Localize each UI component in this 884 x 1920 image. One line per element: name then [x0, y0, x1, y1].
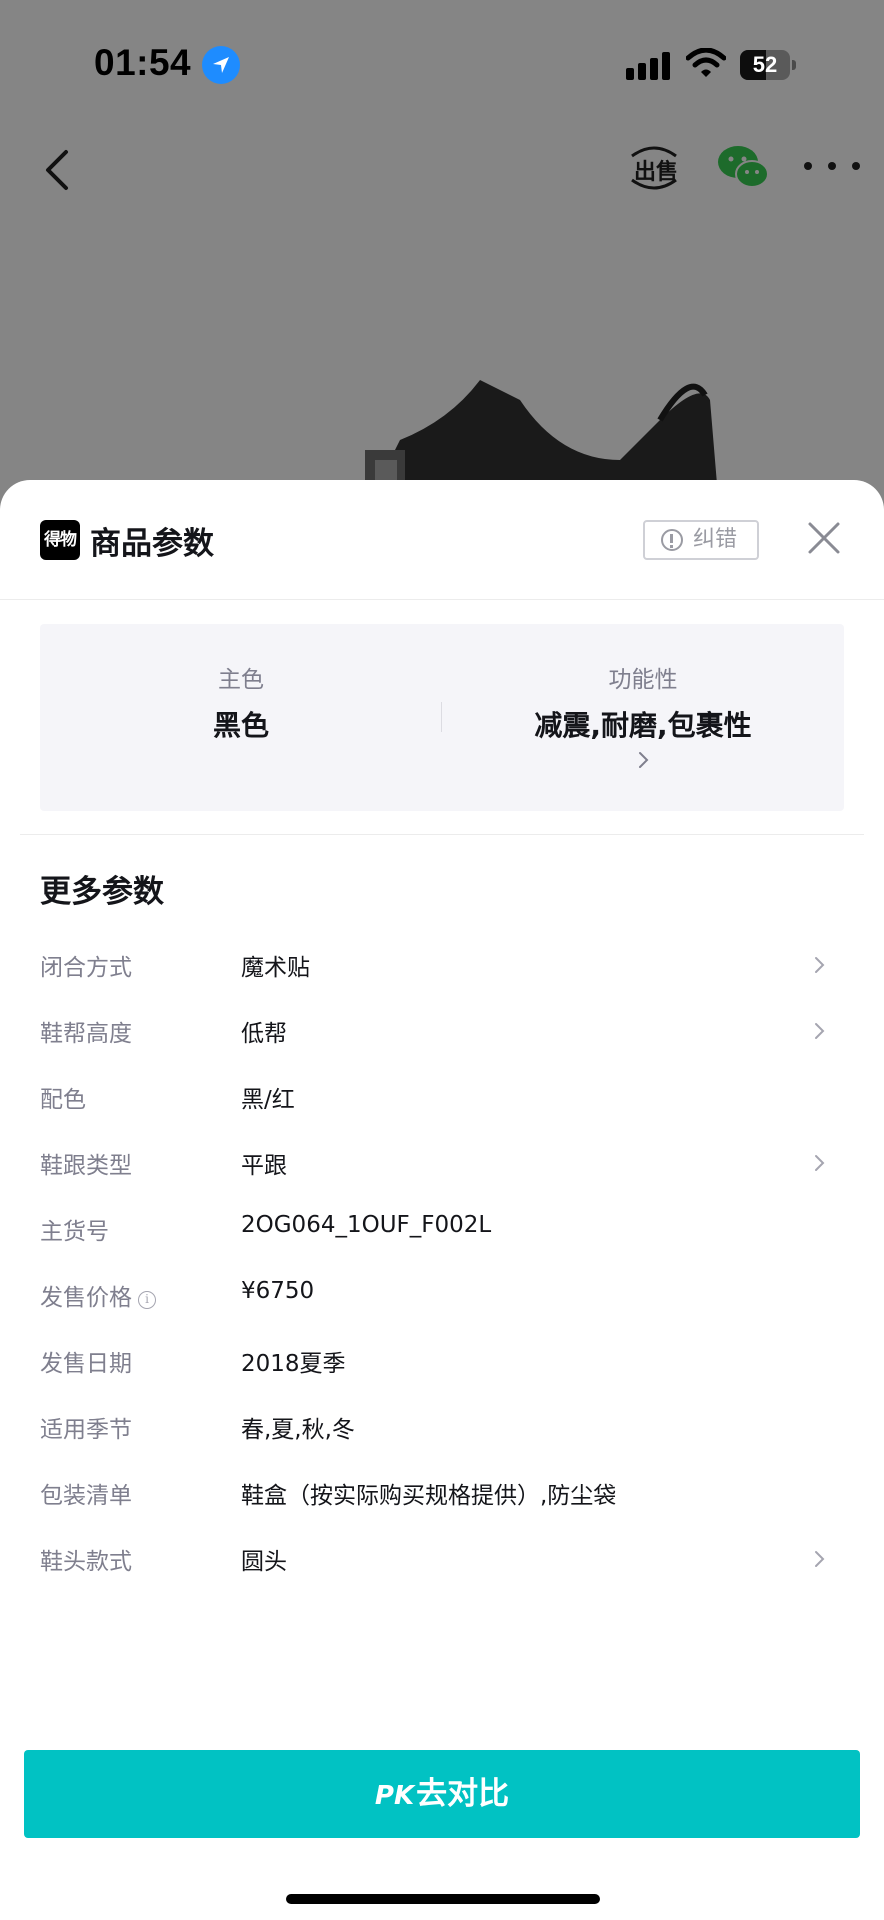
- param-row[interactable]: 鞋帮高度 低帮: [0, 998, 884, 1064]
- brand-logo: 得物: [40, 520, 80, 560]
- key-param-function[interactable]: 功能性 减震,耐磨,包裹性: [442, 624, 844, 811]
- sheet-header: 得物 商品参数 纠错: [0, 480, 884, 600]
- report-error-button[interactable]: 纠错: [643, 520, 759, 560]
- param-label: 发售日期: [40, 1344, 132, 1378]
- param-list: 闭合方式 魔术贴鞋帮高度 低帮配色 黑/红鞋跟类型 平跟主货号 2OG064_1OUF_F…: [0, 932, 884, 1592]
- background-page: 01:54 52 出售: [0, 0, 884, 520]
- param-label: 鞋跟类型: [40, 1146, 132, 1180]
- report-error-label: 纠错: [693, 527, 738, 552]
- param-value: 平跟: [241, 1153, 287, 1179]
- wechat-icon[interactable]: [716, 140, 772, 196]
- param-label-text: 配色: [40, 1087, 86, 1113]
- param-row[interactable]: 鞋跟类型 平跟: [0, 1130, 884, 1196]
- chevron-right-icon: [815, 1155, 825, 1171]
- chevron-right-icon: [815, 957, 825, 973]
- location-arrow-icon: [202, 46, 240, 84]
- key-param-value: 减震,耐磨,包裹性: [534, 709, 752, 742]
- chevron-left-icon[interactable]: [38, 140, 78, 200]
- param-row: 适用季节 春,夏,秋,冬: [0, 1394, 884, 1460]
- param-value: 鞋盒（按实际购买规格提供）,防尘袋: [241, 1483, 617, 1509]
- status-bar: 01:54 52: [0, 0, 884, 130]
- params-sheet: 得物 商品参数 纠错 主色 黑色 功能性 减震,耐磨,包裹性 更多参数 闭合方式…: [0, 480, 884, 1920]
- param-label-text: 鞋头款式: [40, 1549, 132, 1575]
- param-value: 春,夏,秋,冬: [241, 1417, 355, 1443]
- close-icon[interactable]: [804, 518, 844, 558]
- info-icon[interactable]: i: [138, 1291, 156, 1309]
- param-value: 低帮: [241, 1021, 287, 1047]
- battery-level: 52: [752, 52, 778, 77]
- sell-label: 出售: [634, 160, 679, 185]
- param-value: 圆头: [241, 1549, 287, 1575]
- param-value: ¥6750: [241, 1278, 315, 1304]
- wifi-icon: [686, 48, 726, 77]
- param-row[interactable]: 闭合方式 魔术贴: [0, 932, 884, 998]
- battery-cap: [792, 60, 796, 70]
- param-row: 主货号 2OG064_1OUF_F002L: [0, 1196, 884, 1262]
- param-row: 配色 黑/红: [0, 1064, 884, 1130]
- param-label-text: 适用季节: [40, 1417, 132, 1443]
- param-label-text: 发售日期: [40, 1351, 132, 1377]
- signal-icon: [626, 52, 670, 80]
- param-value: 魔术贴: [241, 955, 310, 981]
- chevron-right-icon: [815, 1023, 825, 1039]
- key-params-card: 主色 黑色 功能性 减震,耐磨,包裹性: [40, 624, 844, 811]
- param-value: 2018夏季: [241, 1351, 346, 1377]
- key-param-label: 主色: [218, 667, 264, 693]
- pk-compare-button[interactable]: PK去对比: [24, 1750, 860, 1838]
- param-label: 配色: [40, 1080, 86, 1114]
- key-param-value: 黑色: [212, 709, 269, 742]
- sell-button[interactable]: 出售: [626, 140, 682, 196]
- param-label: 鞋头款式: [40, 1542, 132, 1576]
- param-label: 发售价格 i: [40, 1278, 156, 1312]
- param-row: 包装清单 鞋盒（按实际购买规格提供）,防尘袋: [0, 1460, 884, 1526]
- param-value: 黑/红: [241, 1087, 295, 1113]
- param-label: 包装清单: [40, 1476, 132, 1510]
- alert-circle-icon: [661, 529, 683, 551]
- param-label-text: 鞋帮高度: [40, 1021, 132, 1047]
- param-label: 适用季节: [40, 1410, 132, 1444]
- more-params-title: 更多参数: [40, 874, 164, 910]
- sheet-title: 商品参数: [90, 526, 214, 562]
- nav-bar: 出售: [0, 130, 884, 220]
- chevron-right-icon: [639, 752, 649, 768]
- key-param-label: 功能性: [608, 667, 678, 693]
- key-param-main-color: 主色 黑色: [40, 624, 442, 811]
- pk-prefix: PK: [374, 1781, 415, 1811]
- param-label-text: 发售价格: [40, 1285, 132, 1311]
- chevron-right-icon: [815, 1551, 825, 1567]
- home-indicator: [286, 1894, 600, 1904]
- param-label: 主货号: [40, 1212, 109, 1246]
- status-time: 01:54: [94, 42, 192, 83]
- battery-icon: 52: [740, 50, 796, 80]
- battery-body: 52: [740, 50, 790, 80]
- param-label-text: 鞋跟类型: [40, 1153, 132, 1179]
- param-label-text: 主货号: [40, 1219, 109, 1245]
- param-label: 鞋帮高度: [40, 1014, 132, 1048]
- more-dots-icon[interactable]: [804, 156, 860, 176]
- param-row: 发售日期 2018夏季: [0, 1328, 884, 1394]
- param-label: 闭合方式: [40, 948, 132, 982]
- pk-label: 去对比: [416, 1776, 510, 1812]
- param-row[interactable]: 鞋头款式 圆头: [0, 1526, 884, 1592]
- param-value: 2OG064_1OUF_F002L: [241, 1212, 492, 1238]
- param-label-text: 包装清单: [40, 1483, 132, 1509]
- param-row: 发售价格 i ¥6750: [0, 1262, 884, 1328]
- section-divider: [20, 834, 864, 835]
- param-label-text: 闭合方式: [40, 955, 132, 981]
